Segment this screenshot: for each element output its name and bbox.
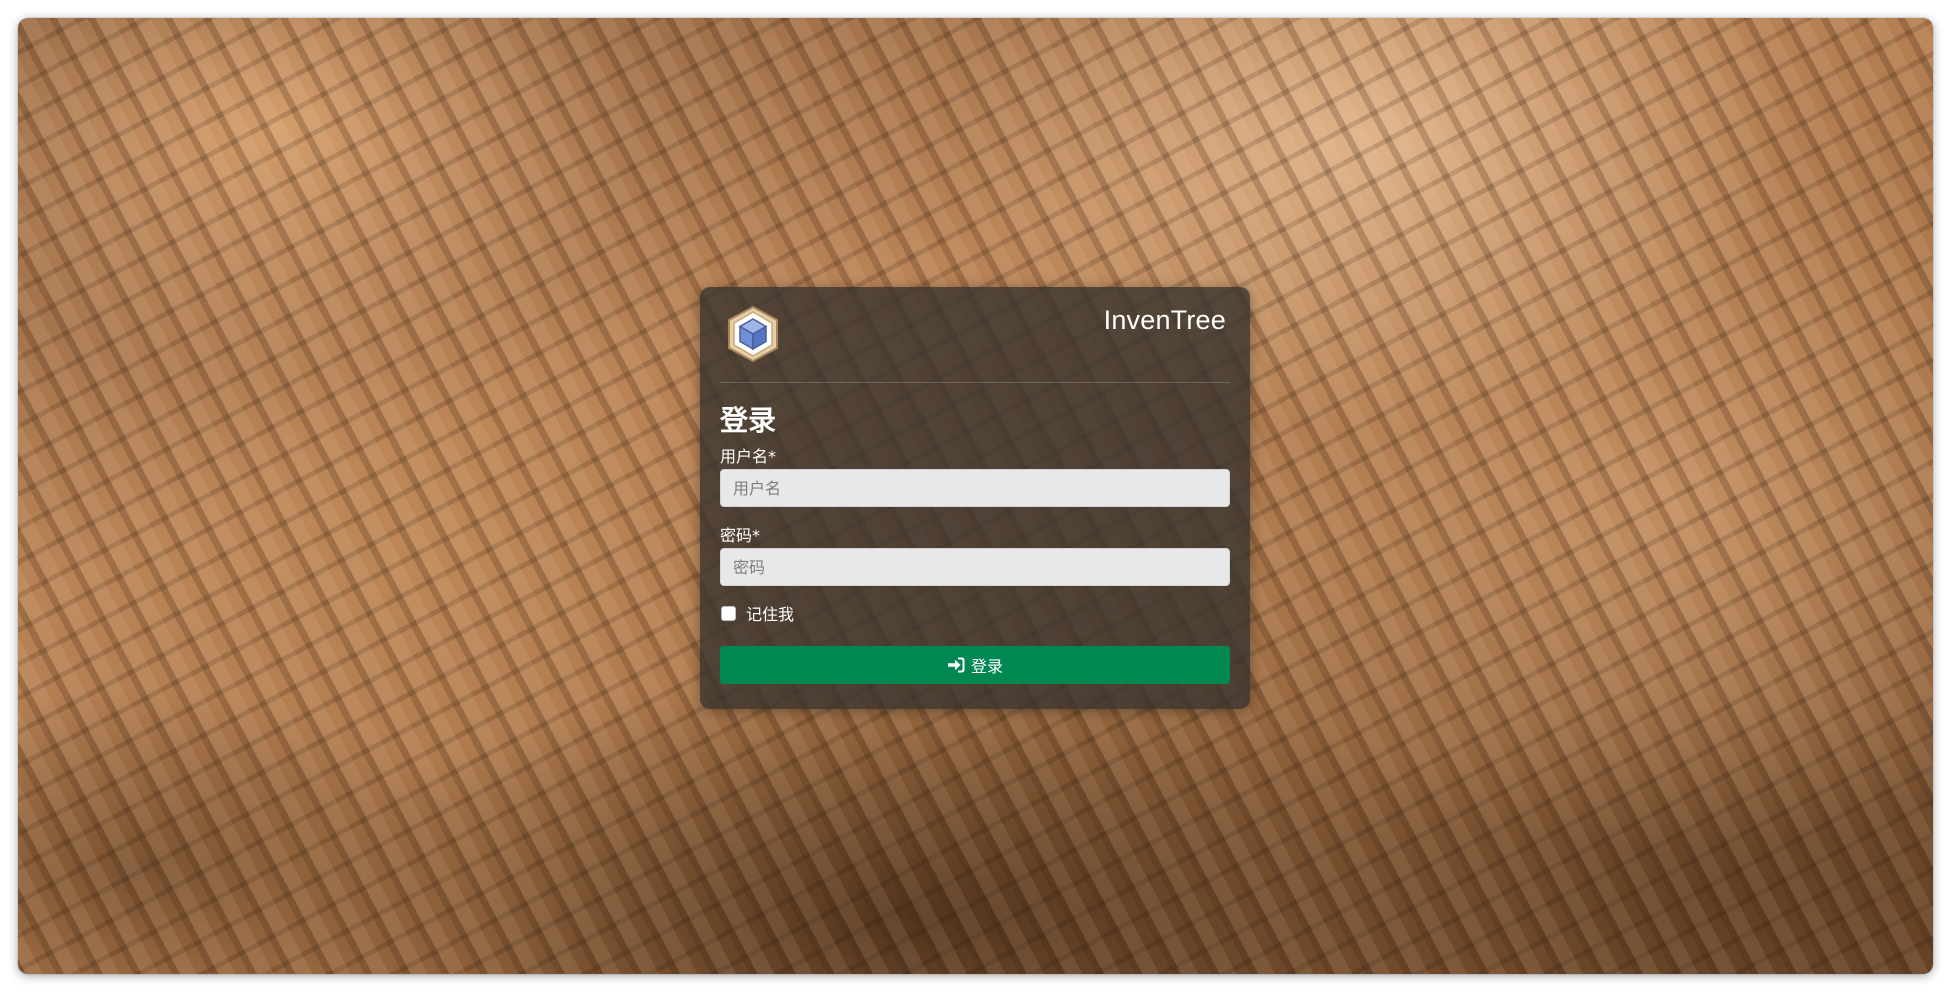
- login-card: InvenTree 登录 用户名* 密码* 记住我 登录: [700, 287, 1250, 709]
- username-label: 用户名*: [720, 447, 777, 466]
- remember-me-row: 记住我: [720, 602, 1230, 624]
- remember-me-checkbox[interactable]: [721, 605, 736, 621]
- brand-name: InvenTree: [1103, 305, 1226, 335]
- login-button[interactable]: 登录: [720, 646, 1230, 684]
- username-group: 用户名*: [720, 447, 1230, 507]
- password-label: 密码*: [720, 526, 761, 545]
- remember-me-label[interactable]: 记住我: [746, 601, 794, 625]
- browser-window: InvenTree 登录 用户名* 密码* 记住我 登录: [18, 18, 1933, 974]
- login-button-label: 登录: [970, 657, 1003, 676]
- password-group: 密码*: [720, 526, 1230, 586]
- username-input[interactable]: [720, 469, 1230, 507]
- sign-in-icon: [947, 657, 965, 673]
- inventree-logo-icon: [728, 305, 778, 363]
- login-title: 登录: [720, 404, 777, 437]
- card-header: InvenTree: [720, 287, 1230, 383]
- password-input[interactable]: [720, 548, 1230, 586]
